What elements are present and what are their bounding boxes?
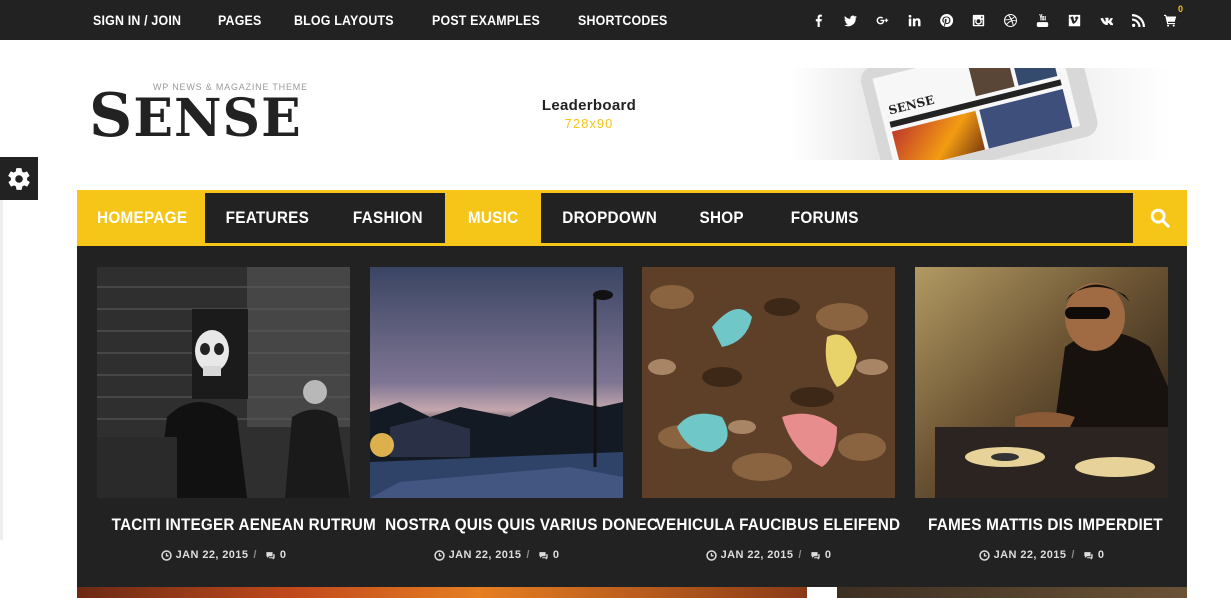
nav-fashion[interactable]: FASHION xyxy=(330,193,445,243)
rss-icon[interactable] xyxy=(1122,10,1154,30)
top-bar: SIGN IN / JOIN PAGES BLOG LAYOUTS POST E… xyxy=(0,0,1231,40)
cart-count-badge: 0 xyxy=(1177,4,1183,14)
comment-count[interactable]: 0 xyxy=(553,549,560,561)
blog-layouts-link[interactable]: BLOG LAYOUTS xyxy=(294,13,394,28)
birds-on-leaves-photo xyxy=(642,267,895,498)
comment-icon[interactable] xyxy=(810,550,821,561)
dribbble-icon[interactable] xyxy=(994,10,1026,30)
meta-separator: / xyxy=(798,549,802,561)
comment-icon[interactable] xyxy=(265,550,276,561)
post-thumbnail[interactable] xyxy=(97,267,350,498)
sign-in-link[interactable]: SIGN IN / JOIN xyxy=(93,13,181,28)
promo-tablet-image[interactable]: SENSE xyxy=(790,68,1170,160)
nav-forums[interactable]: FORUMS xyxy=(766,193,883,243)
main-menu: HOMEPAGE FEATURES FASHION MUSIC DROPDOWN… xyxy=(80,193,883,243)
dj-mixing-photo xyxy=(915,267,1168,498)
search-icon xyxy=(1150,208,1170,228)
comment-count[interactable]: 0 xyxy=(280,549,287,561)
instagram-icon[interactable] xyxy=(962,10,994,30)
clock-icon xyxy=(433,549,445,561)
meta-separator: / xyxy=(253,549,257,561)
side-edge xyxy=(0,200,3,540)
post-title[interactable]: TACITI INTEGER AENEAN RUTRUM xyxy=(97,515,376,535)
mega-post[interactable]: VEHICULA FAUCIBUS ELEIFEND JAN 22, 2015 … xyxy=(642,267,901,561)
post-meta: JAN 22, 2015 / 0 xyxy=(915,549,1168,561)
post-meta: JAN 22, 2015 / 0 xyxy=(642,549,895,561)
post-date: JAN 22, 2015 xyxy=(175,549,249,561)
nav-features[interactable]: FEATURES xyxy=(205,193,330,243)
post-title[interactable]: NOSTRA QUIS QUIS VARIUS DONEC xyxy=(370,515,658,535)
brick-wall-skull-photo xyxy=(97,267,350,498)
nav-dropdown[interactable]: DROPDOWN xyxy=(541,193,678,243)
meta-separator: / xyxy=(526,549,530,561)
vimeo-icon[interactable] xyxy=(1058,10,1090,30)
comment-icon[interactable] xyxy=(1083,550,1094,561)
leaderboard-size: 728x90 xyxy=(564,116,614,131)
comment-count[interactable]: 0 xyxy=(1098,549,1105,561)
post-title[interactable]: VEHICULA FAUCIBUS ELEIFEND xyxy=(642,515,901,535)
mega-post[interactable]: FAMES MATTIS DIS IMPERDIET JAN 22, 2015 … xyxy=(915,267,1168,561)
nav-shop[interactable]: SHOP xyxy=(678,193,766,243)
linkedin-icon[interactable] xyxy=(898,10,930,30)
twitter-icon[interactable] xyxy=(834,10,866,30)
post-date: JAN 22, 2015 xyxy=(993,549,1067,561)
logo-first-letter: S xyxy=(89,81,134,151)
nav-homepage[interactable]: HOMEPAGE xyxy=(80,193,205,243)
mega-menu-dropdown: TACITI INTEGER AENEAN RUTRUM JAN 22, 201… xyxy=(77,246,1187,587)
site-logo[interactable]: SENSE WP NEWS & MAGAZINE THEME xyxy=(89,72,329,152)
post-examples-link[interactable]: POST EXAMPLES xyxy=(432,13,540,28)
tablet-device: SENSE xyxy=(858,68,1101,160)
post-thumbnail[interactable] xyxy=(915,267,1168,498)
post-date: JAN 22, 2015 xyxy=(448,549,522,561)
mega-post[interactable]: NOSTRA QUIS QUIS VARIUS DONEC JAN 22, 20… xyxy=(370,267,658,561)
comment-icon[interactable] xyxy=(538,550,549,561)
main-nav: HOMEPAGE FEATURES FASHION MUSIC DROPDOWN… xyxy=(77,190,1187,246)
shortcodes-link[interactable]: SHORTCODES xyxy=(578,13,667,28)
post-thumbnail[interactable] xyxy=(370,267,623,498)
top-nav: SIGN IN / JOIN PAGES BLOG LAYOUTS POST E… xyxy=(93,0,704,40)
clock-icon xyxy=(160,549,172,561)
gear-icon xyxy=(8,167,30,190)
comment-count[interactable]: 0 xyxy=(825,549,832,561)
tablet-screen: SENSE xyxy=(872,68,1081,160)
nav-music[interactable]: MUSIC xyxy=(445,193,541,243)
leaderboard-ad[interactable]: Leaderboard 728x90 xyxy=(520,97,658,131)
logo-tagline: WP NEWS & MAGAZINE THEME xyxy=(153,82,308,92)
post-title[interactable]: FAMES MATTIS DIS IMPERDIET xyxy=(915,515,1168,535)
pages-link[interactable]: PAGES xyxy=(218,13,261,28)
logo-rest-letters: ENSE xyxy=(133,88,302,149)
social-icons: 0 xyxy=(802,0,1186,40)
mega-post[interactable]: TACITI INTEGER AENEAN RUTRUM JAN 22, 201… xyxy=(97,267,376,561)
winter-dusk-photo xyxy=(370,267,623,498)
post-meta: JAN 22, 2015 / 0 xyxy=(97,549,350,561)
search-button[interactable] xyxy=(1133,190,1187,246)
post-thumbnail[interactable] xyxy=(642,267,895,498)
clock-icon xyxy=(978,549,990,561)
leaderboard-title: Leaderboard xyxy=(541,97,637,114)
featured-image-strip-left[interactable] xyxy=(77,587,807,598)
post-date: JAN 22, 2015 xyxy=(720,549,794,561)
meta-separator: / xyxy=(1071,549,1075,561)
post-meta: JAN 22, 2015 / 0 xyxy=(370,549,623,561)
pinterest-icon[interactable] xyxy=(930,10,962,30)
google-plus-icon[interactable] xyxy=(866,10,898,30)
facebook-icon[interactable] xyxy=(802,10,834,30)
cart-icon[interactable]: 0 xyxy=(1154,4,1186,30)
vk-icon[interactable] xyxy=(1090,10,1122,30)
featured-image-strip-right[interactable] xyxy=(837,587,1187,598)
settings-panel-toggle[interactable] xyxy=(0,157,38,200)
youtube-icon[interactable] xyxy=(1026,10,1058,30)
clock-icon xyxy=(705,549,717,561)
